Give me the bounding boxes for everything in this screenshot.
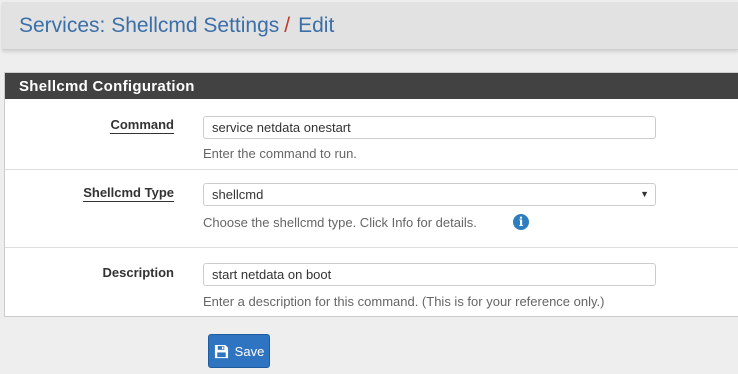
description-input[interactable]: start netdata on boot bbox=[203, 263, 656, 286]
shellcmd-type-label: Shellcmd Type bbox=[83, 185, 174, 202]
panel-title: Shellcmd Configuration bbox=[5, 73, 738, 99]
command-row: Command service netdata onestart Enter t… bbox=[5, 100, 738, 169]
command-label: Command bbox=[110, 117, 174, 134]
shellcmd-type-select[interactable]: shellcmd ▼ bbox=[203, 183, 656, 206]
shellcmd-config-panel: Shellcmd Configuration Command service n… bbox=[4, 72, 738, 317]
breadcrumb-separator: / bbox=[284, 13, 291, 37]
shellcmd-type-selected-value: shellcmd bbox=[212, 187, 264, 202]
command-input[interactable]: service netdata onestart bbox=[203, 116, 656, 139]
save-button-label: Save bbox=[234, 343, 265, 359]
command-help-text: Enter the command to run. bbox=[203, 146, 357, 161]
description-row: Description start netdata on boot Enter … bbox=[5, 247, 738, 317]
breadcrumb-current-page[interactable]: Edit bbox=[298, 14, 334, 38]
description-label: Description bbox=[102, 265, 174, 280]
info-circle-icon[interactable]: i bbox=[513, 214, 529, 230]
floppy-disk-icon bbox=[214, 344, 229, 359]
chevron-down-icon: ▼ bbox=[640, 189, 649, 199]
breadcrumb-section-link[interactable]: Services: Shellcmd Settings bbox=[19, 14, 279, 38]
description-help-text: Enter a description for this command. (T… bbox=[203, 294, 605, 309]
breadcrumb: Services: Shellcmd Settings / Edit bbox=[2, 2, 738, 50]
shellcmd-type-row: Shellcmd Type shellcmd ▼ Choose the shel… bbox=[5, 169, 738, 247]
shellcmd-type-help-text: Choose the shellcmd type. Click Info for… bbox=[203, 215, 477, 230]
save-button[interactable]: Save bbox=[208, 334, 270, 368]
